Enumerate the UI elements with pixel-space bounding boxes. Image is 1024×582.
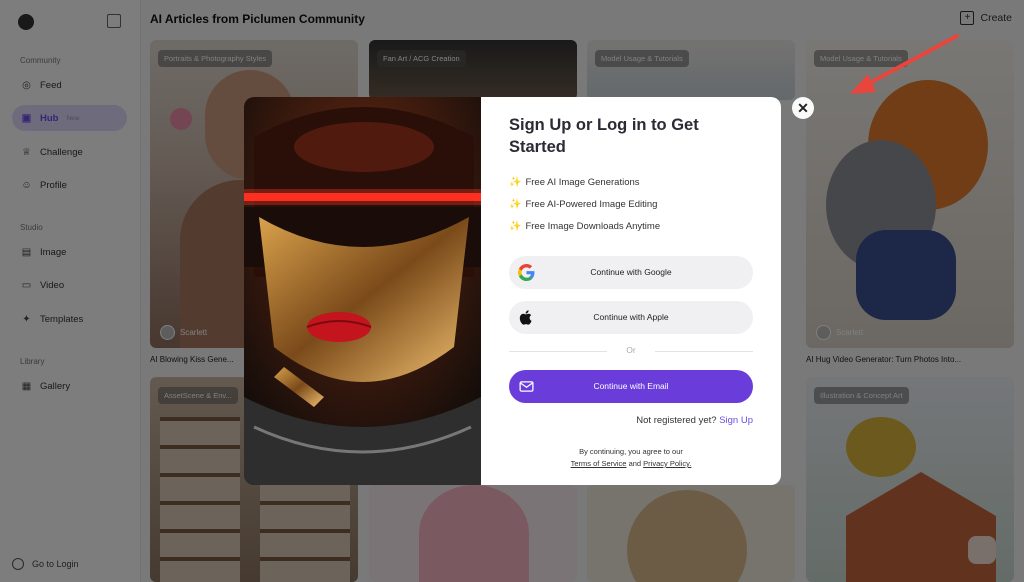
annotation-arrow-icon	[850, 34, 959, 94]
